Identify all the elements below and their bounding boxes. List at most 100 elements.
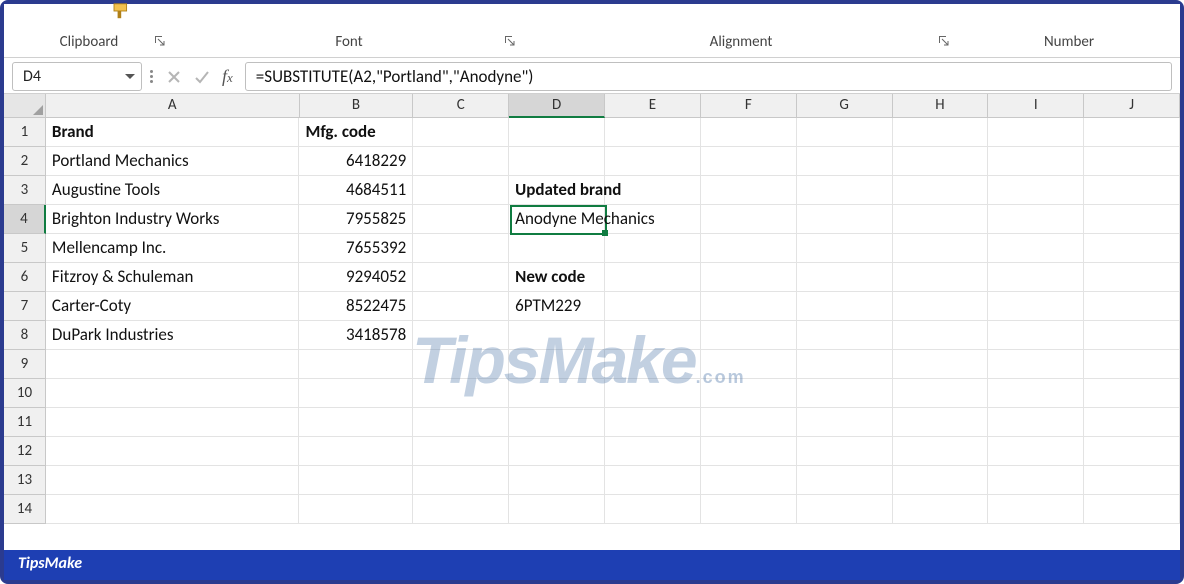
row-header[interactable]: 7 bbox=[4, 292, 46, 321]
cell[interactable] bbox=[413, 495, 509, 524]
cell[interactable] bbox=[1084, 263, 1180, 292]
cell[interactable] bbox=[797, 466, 893, 495]
cell[interactable] bbox=[988, 205, 1084, 234]
select-all-corner[interactable] bbox=[4, 94, 46, 118]
cell[interactable] bbox=[299, 408, 413, 437]
row-header[interactable]: 2 bbox=[4, 147, 46, 176]
cell[interactable] bbox=[701, 263, 797, 292]
cell[interactable] bbox=[893, 263, 989, 292]
name-box[interactable]: D4 bbox=[12, 62, 142, 91]
row-header[interactable]: 4 bbox=[4, 205, 46, 234]
cell[interactable]: Augustine Tools bbox=[46, 176, 300, 205]
row-header[interactable]: 9 bbox=[4, 350, 46, 379]
cell[interactable] bbox=[797, 292, 893, 321]
cell[interactable] bbox=[605, 147, 701, 176]
cell[interactable] bbox=[509, 466, 605, 495]
cell[interactable] bbox=[1084, 495, 1180, 524]
cell[interactable]: 7655392 bbox=[299, 234, 413, 263]
cell[interactable]: Mellencamp Inc. bbox=[46, 234, 300, 263]
cell[interactable] bbox=[413, 437, 509, 466]
dialog-launcher-icon[interactable] bbox=[504, 35, 516, 47]
cell[interactable]: Brighton Industry Works bbox=[46, 205, 300, 234]
cell[interactable] bbox=[413, 466, 509, 495]
fx-icon[interactable]: fx bbox=[218, 66, 237, 87]
row-header[interactable]: 11 bbox=[4, 408, 46, 437]
cell[interactable] bbox=[509, 379, 605, 408]
col-header-J[interactable]: J bbox=[1084, 94, 1180, 118]
cell[interactable] bbox=[988, 147, 1084, 176]
cell[interactable] bbox=[988, 263, 1084, 292]
cell[interactable] bbox=[413, 147, 509, 176]
cell[interactable] bbox=[413, 118, 509, 147]
cell[interactable] bbox=[701, 466, 797, 495]
cell[interactable] bbox=[988, 379, 1084, 408]
cell[interactable] bbox=[988, 292, 1084, 321]
cell[interactable] bbox=[988, 176, 1084, 205]
col-header-I[interactable]: I bbox=[988, 94, 1084, 118]
cell[interactable] bbox=[1084, 437, 1180, 466]
cell[interactable] bbox=[893, 437, 989, 466]
cell[interactable] bbox=[701, 118, 797, 147]
col-header-E[interactable]: E bbox=[605, 94, 701, 118]
cell[interactable] bbox=[701, 350, 797, 379]
cell[interactable] bbox=[509, 321, 605, 350]
cell[interactable] bbox=[988, 408, 1084, 437]
cell[interactable] bbox=[701, 321, 797, 350]
cell[interactable] bbox=[1084, 176, 1180, 205]
cell[interactable] bbox=[797, 176, 893, 205]
row-header[interactable]: 12 bbox=[4, 437, 46, 466]
cell[interactable] bbox=[701, 437, 797, 466]
cell[interactable] bbox=[413, 292, 509, 321]
col-header-C[interactable]: C bbox=[413, 94, 509, 118]
cell[interactable] bbox=[988, 437, 1084, 466]
cell[interactable]: Anodyne Mechanics bbox=[509, 205, 605, 234]
cell[interactable] bbox=[509, 234, 605, 263]
cell[interactable] bbox=[413, 350, 509, 379]
cell[interactable] bbox=[1084, 292, 1180, 321]
cell[interactable] bbox=[605, 379, 701, 408]
cell[interactable] bbox=[701, 147, 797, 176]
cell[interactable] bbox=[413, 321, 509, 350]
cell[interactable] bbox=[509, 495, 605, 524]
col-header-F[interactable]: F bbox=[701, 94, 797, 118]
cell[interactable]: New code bbox=[509, 263, 605, 292]
cell[interactable] bbox=[46, 495, 300, 524]
cell[interactable]: 4684511 bbox=[299, 176, 413, 205]
cell[interactable] bbox=[605, 350, 701, 379]
cell[interactable] bbox=[299, 379, 413, 408]
cell[interactable] bbox=[605, 321, 701, 350]
cell[interactable] bbox=[413, 379, 509, 408]
cell[interactable] bbox=[1084, 234, 1180, 263]
cell[interactable] bbox=[701, 292, 797, 321]
cell[interactable] bbox=[893, 147, 989, 176]
cell[interactable] bbox=[1084, 408, 1180, 437]
cell[interactable] bbox=[893, 234, 989, 263]
cell[interactable] bbox=[988, 495, 1084, 524]
cell[interactable] bbox=[509, 437, 605, 466]
cell[interactable] bbox=[413, 263, 509, 292]
cell[interactable] bbox=[893, 466, 989, 495]
cell[interactable] bbox=[797, 350, 893, 379]
cell[interactable] bbox=[893, 379, 989, 408]
col-header-D[interactable]: D bbox=[509, 94, 605, 118]
cell[interactable] bbox=[797, 234, 893, 263]
cell[interactable] bbox=[605, 234, 701, 263]
cell[interactable] bbox=[1084, 350, 1180, 379]
cell[interactable]: 6PTM229 bbox=[509, 292, 605, 321]
cell[interactable] bbox=[46, 408, 300, 437]
cell[interactable]: 8522475 bbox=[299, 292, 413, 321]
cell[interactable] bbox=[605, 437, 701, 466]
cell[interactable] bbox=[1084, 147, 1180, 176]
cell[interactable] bbox=[893, 408, 989, 437]
cell[interactable] bbox=[797, 437, 893, 466]
cell[interactable]: 6418229 bbox=[299, 147, 413, 176]
cell[interactable] bbox=[509, 118, 605, 147]
cell[interactable]: Updated brand bbox=[509, 176, 605, 205]
cell[interactable]: DuPark Industries bbox=[46, 321, 300, 350]
row-header[interactable]: 1 bbox=[4, 118, 46, 147]
cell[interactable]: 3418578 bbox=[299, 321, 413, 350]
cell[interactable] bbox=[46, 350, 300, 379]
cell[interactable] bbox=[509, 350, 605, 379]
row-header[interactable]: 6 bbox=[4, 263, 46, 292]
cell[interactable] bbox=[605, 408, 701, 437]
